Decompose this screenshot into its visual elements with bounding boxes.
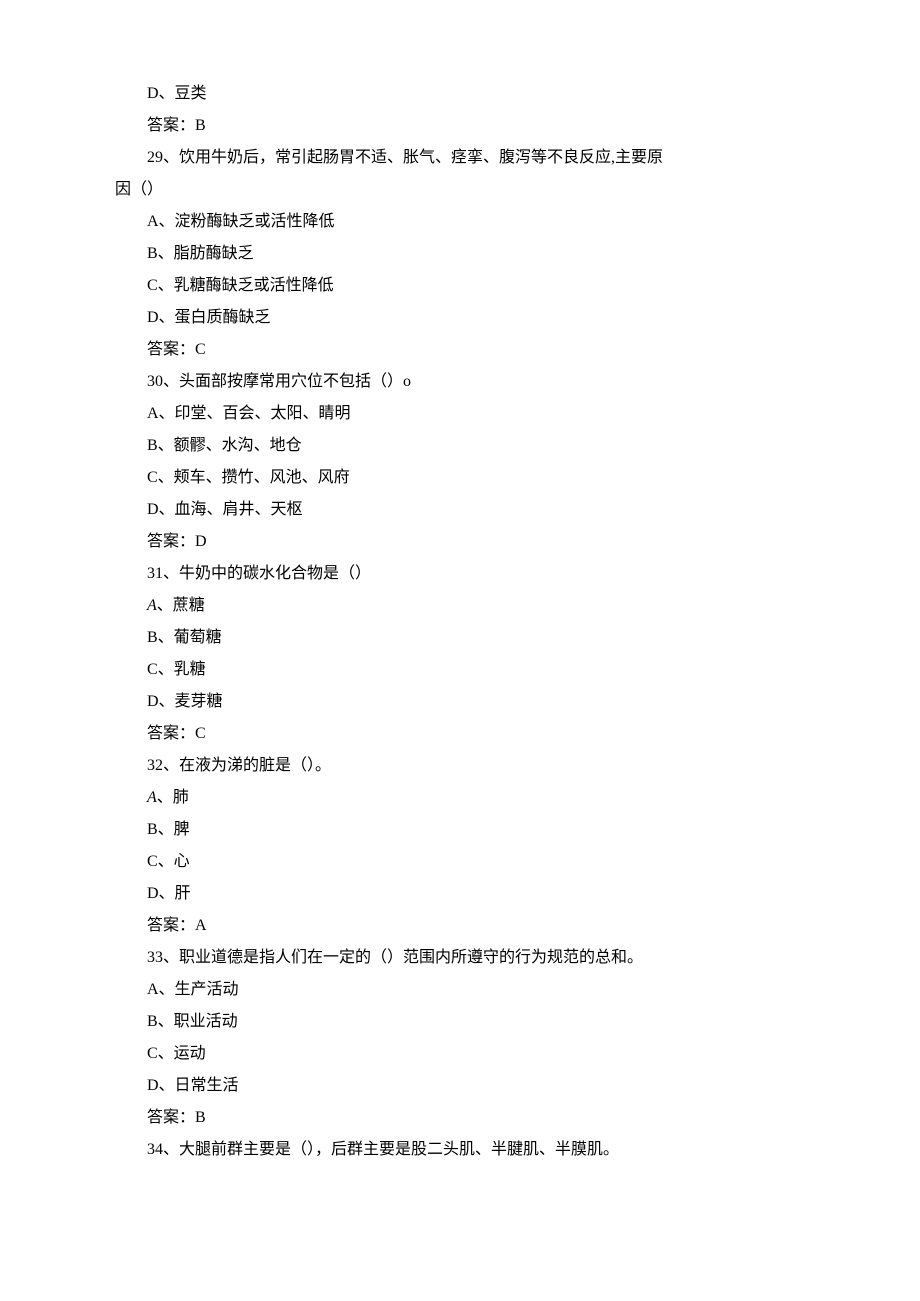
text-line: C、颊车、攒竹、风池、风府 xyxy=(115,462,805,494)
text-rest: 、肺 xyxy=(157,789,189,806)
text-line: 因（） xyxy=(115,174,805,206)
text-line: 31、牛奶中的碳水化合物是（） xyxy=(115,558,805,590)
text-line: D、日常生活 xyxy=(115,1070,805,1102)
text-line: 34、大腿前群主要是（），后群主要是股二头肌、半腱肌、半膜肌。 xyxy=(115,1134,805,1166)
text-line: D、麦芽糖 xyxy=(115,686,805,718)
text-line: 32、在液为涕的脏是（）。 xyxy=(115,750,805,782)
text-line: C、心 xyxy=(115,846,805,878)
text-line: C、运动 xyxy=(115,1038,805,1070)
text-line: A、淀粉酶缺乏或活性降低 xyxy=(115,206,805,238)
text-line: D、豆类 xyxy=(115,78,805,110)
text-line: A、肺 xyxy=(115,782,805,814)
text-line: 29、饮用牛奶后，常引起肠胃不适、胀气、痉挛、腹泻等不良反应,主要原 xyxy=(115,142,805,174)
italic-letter: A xyxy=(147,789,157,806)
document-page: D、豆类答案：B29、饮用牛奶后，常引起肠胃不适、胀气、痉挛、腹泻等不良反应,主… xyxy=(0,0,920,1301)
text-line: B、脂肪酶缺乏 xyxy=(115,238,805,270)
text-line: 33、职业道德是指人们在一定的（）范围内所遵守的行为规范的总和。 xyxy=(115,942,805,974)
text-line: 答案：A xyxy=(115,910,805,942)
text-line: A、蔗糖 xyxy=(115,590,805,622)
text-rest: 、蔗糖 xyxy=(157,597,205,614)
text-line: B、葡萄糖 xyxy=(115,622,805,654)
text-line: B、职业活动 xyxy=(115,1006,805,1038)
text-line: B、脾 xyxy=(115,814,805,846)
text-line: C、乳糖 xyxy=(115,654,805,686)
text-line: D、肝 xyxy=(115,878,805,910)
document-content: D、豆类答案：B29、饮用牛奶后，常引起肠胃不适、胀气、痉挛、腹泻等不良反应,主… xyxy=(115,78,805,1166)
text-line: A、生产活动 xyxy=(115,974,805,1006)
text-line: 答案：B xyxy=(115,1102,805,1134)
text-line: D、蛋白质酶缺乏 xyxy=(115,302,805,334)
text-line: 30、头面部按摩常用穴位不包括（）o xyxy=(115,366,805,398)
text-line: 答案：D xyxy=(115,526,805,558)
text-line: 答案：C xyxy=(115,334,805,366)
text-line: A、印堂、百会、太阳、睛明 xyxy=(115,398,805,430)
text-line: 答案：C xyxy=(115,718,805,750)
text-line: D、血海、肩井、天枢 xyxy=(115,494,805,526)
text-line: 答案：B xyxy=(115,110,805,142)
text-line: C、乳糖酶缺乏或活性降低 xyxy=(115,270,805,302)
italic-letter: A xyxy=(147,597,157,614)
text-line: B、额髎、水沟、地仓 xyxy=(115,430,805,462)
